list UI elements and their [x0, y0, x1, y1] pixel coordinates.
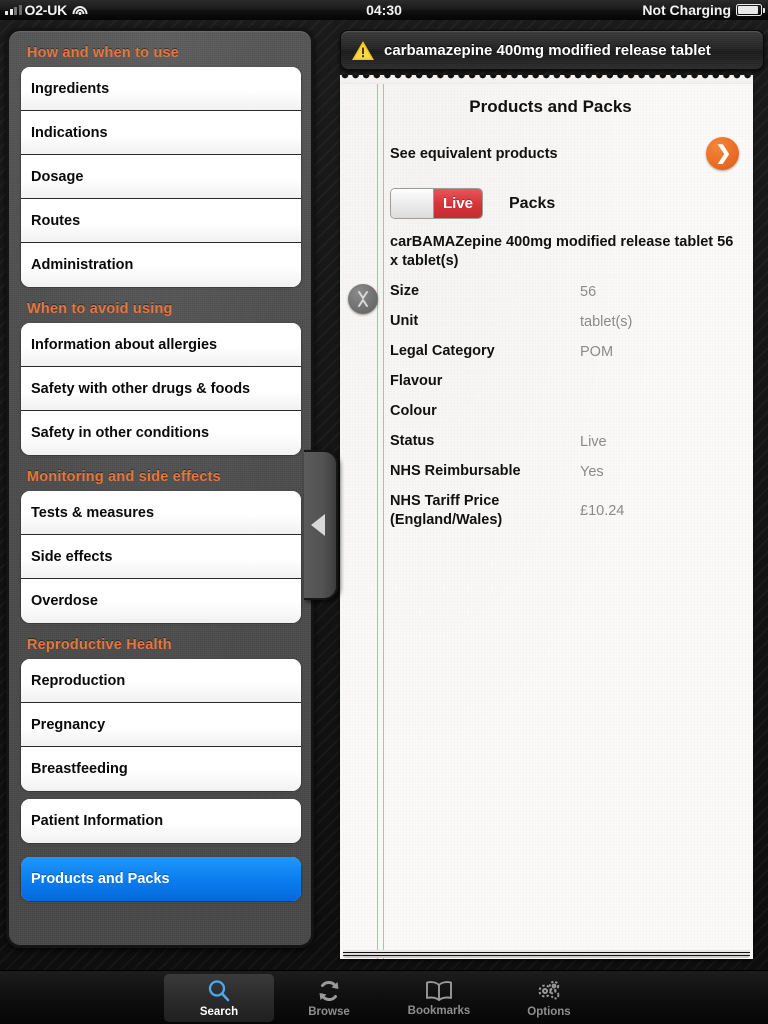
- sidebar-group: Tests & measures Side effects Overdose: [21, 491, 301, 623]
- field-value: Yes: [580, 464, 604, 480]
- app-root: O2-UK 04:30 Not Charging How and when to…: [0, 0, 768, 1024]
- packs-heading: Packs: [509, 194, 556, 212]
- toggle-label: Live: [434, 189, 482, 218]
- field-value: 56: [580, 284, 597, 300]
- section-title: Monitoring and side effects: [27, 469, 221, 485]
- sidebar-item-reproduction[interactable]: Reproduction: [21, 659, 301, 703]
- field-value: Live: [580, 434, 607, 450]
- book-icon: [424, 979, 454, 1003]
- tab-browse[interactable]: Browse: [274, 974, 384, 1022]
- refresh-icon: [316, 978, 342, 1004]
- sidebar-scroll[interactable]: How and when to use Ingredients Indicati…: [21, 39, 301, 901]
- tab-label: Search: [199, 1005, 239, 1018]
- sidebar-section-monitoring-and-side-effects: Monitoring and side effects Tests & meas…: [21, 463, 301, 623]
- sidebar-item-safety-in-other-conditions[interactable]: Safety in other conditions: [21, 411, 301, 455]
- notepad: Products and Packs See equivalent produc…: [340, 75, 753, 965]
- equivalent-products-label: See equivalent products: [390, 145, 558, 162]
- field-label: NHS Reimbursable: [390, 463, 521, 479]
- sidebar-item-administration[interactable]: Administration: [21, 243, 301, 287]
- tab-label: Options: [527, 1005, 571, 1018]
- expand-collapse-icon[interactable]: [348, 284, 378, 314]
- field-label: Flavour: [390, 373, 443, 389]
- toggle-knob: [391, 189, 434, 218]
- status-bar: O2-UK 04:30 Not Charging: [0, 0, 768, 20]
- tab-bar: Search Browse Bookmarks Options: [0, 970, 768, 1024]
- table-row: Unit tablet(s): [390, 311, 739, 341]
- tab-label: Browse: [308, 1005, 350, 1018]
- tab-label: Bookmarks: [407, 1004, 471, 1017]
- warning-triangle-icon: [351, 40, 375, 61]
- field-value: £10.24: [580, 503, 625, 519]
- search-icon: [206, 978, 232, 1004]
- sidebar-group-patient-information: Patient Information: [21, 799, 301, 843]
- field-value: tablet(s): [580, 314, 633, 330]
- page-title: Products and Packs: [469, 97, 632, 116]
- sidebar-item-products-and-packs[interactable]: Products and Packs: [21, 857, 301, 901]
- sidebar-group: Reproduction Pregnancy Breastfeeding: [21, 659, 301, 791]
- equivalent-products-row[interactable]: See equivalent products ❯: [390, 137, 739, 170]
- tab-search[interactable]: Search: [164, 973, 274, 1022]
- sidebar-item-information-about-allergies[interactable]: Information about allergies: [21, 323, 301, 367]
- sidebar-group: Ingredients Indications Dosage Routes Ad…: [21, 67, 301, 287]
- gears-icon: [535, 978, 563, 1004]
- sidebar-section-reproductive-health: Reproductive Health Reproduction Pregnan…: [21, 631, 301, 791]
- detail-title-bar: carbamazepine 400mg modified release tab…: [340, 30, 764, 70]
- section-title: How and when to use: [27, 45, 180, 61]
- section-title: When to avoid using: [27, 301, 173, 317]
- sidebar-item-routes[interactable]: Routes: [21, 199, 301, 243]
- sidebar-item-side-effects[interactable]: Side effects: [21, 535, 301, 579]
- field-label: NHS Tariff Price (England/Wales): [390, 493, 503, 528]
- sidebar-item-patient-information[interactable]: Patient Information: [21, 799, 301, 843]
- sidebar-item-ingredients[interactable]: Ingredients: [21, 67, 301, 111]
- sidebar-item-breastfeeding[interactable]: Breastfeeding: [21, 747, 301, 791]
- sidebar-section-how-and-when-to-use: How and when to use Ingredients Indicati…: [21, 39, 301, 287]
- sidebar-item-overdose[interactable]: Overdose: [21, 579, 301, 623]
- sidebar-section-when-to-avoid-using: When to avoid using Information about al…: [21, 295, 301, 455]
- sidebar-item-safety-with-other-drugs-foods[interactable]: Safety with other drugs & foods: [21, 367, 301, 411]
- tab-options[interactable]: Options: [494, 974, 604, 1022]
- sidebar-item-indications[interactable]: Indications: [21, 111, 301, 155]
- detail-panel: carbamazepine 400mg modified release tab…: [340, 30, 764, 970]
- field-label: Status: [390, 433, 435, 449]
- table-row: Legal Category POM: [390, 341, 739, 371]
- field-label: Size: [390, 283, 420, 299]
- notepad-perforation: [340, 75, 753, 84]
- tab-bookmarks[interactable]: Bookmarks: [384, 974, 494, 1022]
- sidebar-item-pregnancy[interactable]: Pregnancy: [21, 703, 301, 747]
- field-value: POM: [580, 344, 614, 360]
- sidebar-panel: How and when to use Ingredients Indicati…: [6, 28, 314, 948]
- notepad-paper: Products and Packs See equivalent produc…: [340, 84, 753, 959]
- sidebar-group-products-and-packs: Products and Packs: [21, 857, 301, 901]
- chevron-right-icon[interactable]: ❯: [706, 137, 739, 170]
- section-title: Reproductive Health: [27, 637, 172, 653]
- status-bar-right: Not Charging: [642, 2, 765, 18]
- pack-name-label: carBAMAZepine 400mg modified release tab…: [390, 234, 734, 269]
- table-row: Status Live: [390, 431, 739, 461]
- table-row: NHS Reimbursable Yes: [390, 461, 739, 491]
- table-row: Colour: [390, 401, 739, 431]
- sidebar-group: Information about allergies Safety with …: [21, 323, 301, 455]
- battery-icon: [736, 4, 765, 16]
- sidebar-collapse-handle[interactable]: [304, 450, 338, 600]
- triangle-left-icon: [311, 514, 325, 536]
- detail-title-label: carbamazepine 400mg modified release tab…: [384, 41, 711, 59]
- live-status-toggle[interactable]: Live: [390, 188, 483, 219]
- field-label: Colour: [390, 403, 437, 419]
- packs-header-row: Live Packs: [390, 188, 739, 219]
- table-row: NHS Tariff Price (England/Wales) £10.24: [390, 491, 739, 530]
- battery-state-label: Not Charging: [642, 2, 731, 18]
- paper-stack-edge: [343, 950, 750, 958]
- sidebar-item-tests-measures[interactable]: Tests & measures: [21, 491, 301, 535]
- detail-content: Products and Packs See equivalent produc…: [340, 84, 753, 530]
- table-row: Flavour: [390, 371, 739, 401]
- field-label: Unit: [390, 313, 419, 329]
- table-row: Size 56: [390, 281, 739, 311]
- field-label: Legal Category: [390, 343, 495, 359]
- sidebar-item-dosage[interactable]: Dosage: [21, 155, 301, 199]
